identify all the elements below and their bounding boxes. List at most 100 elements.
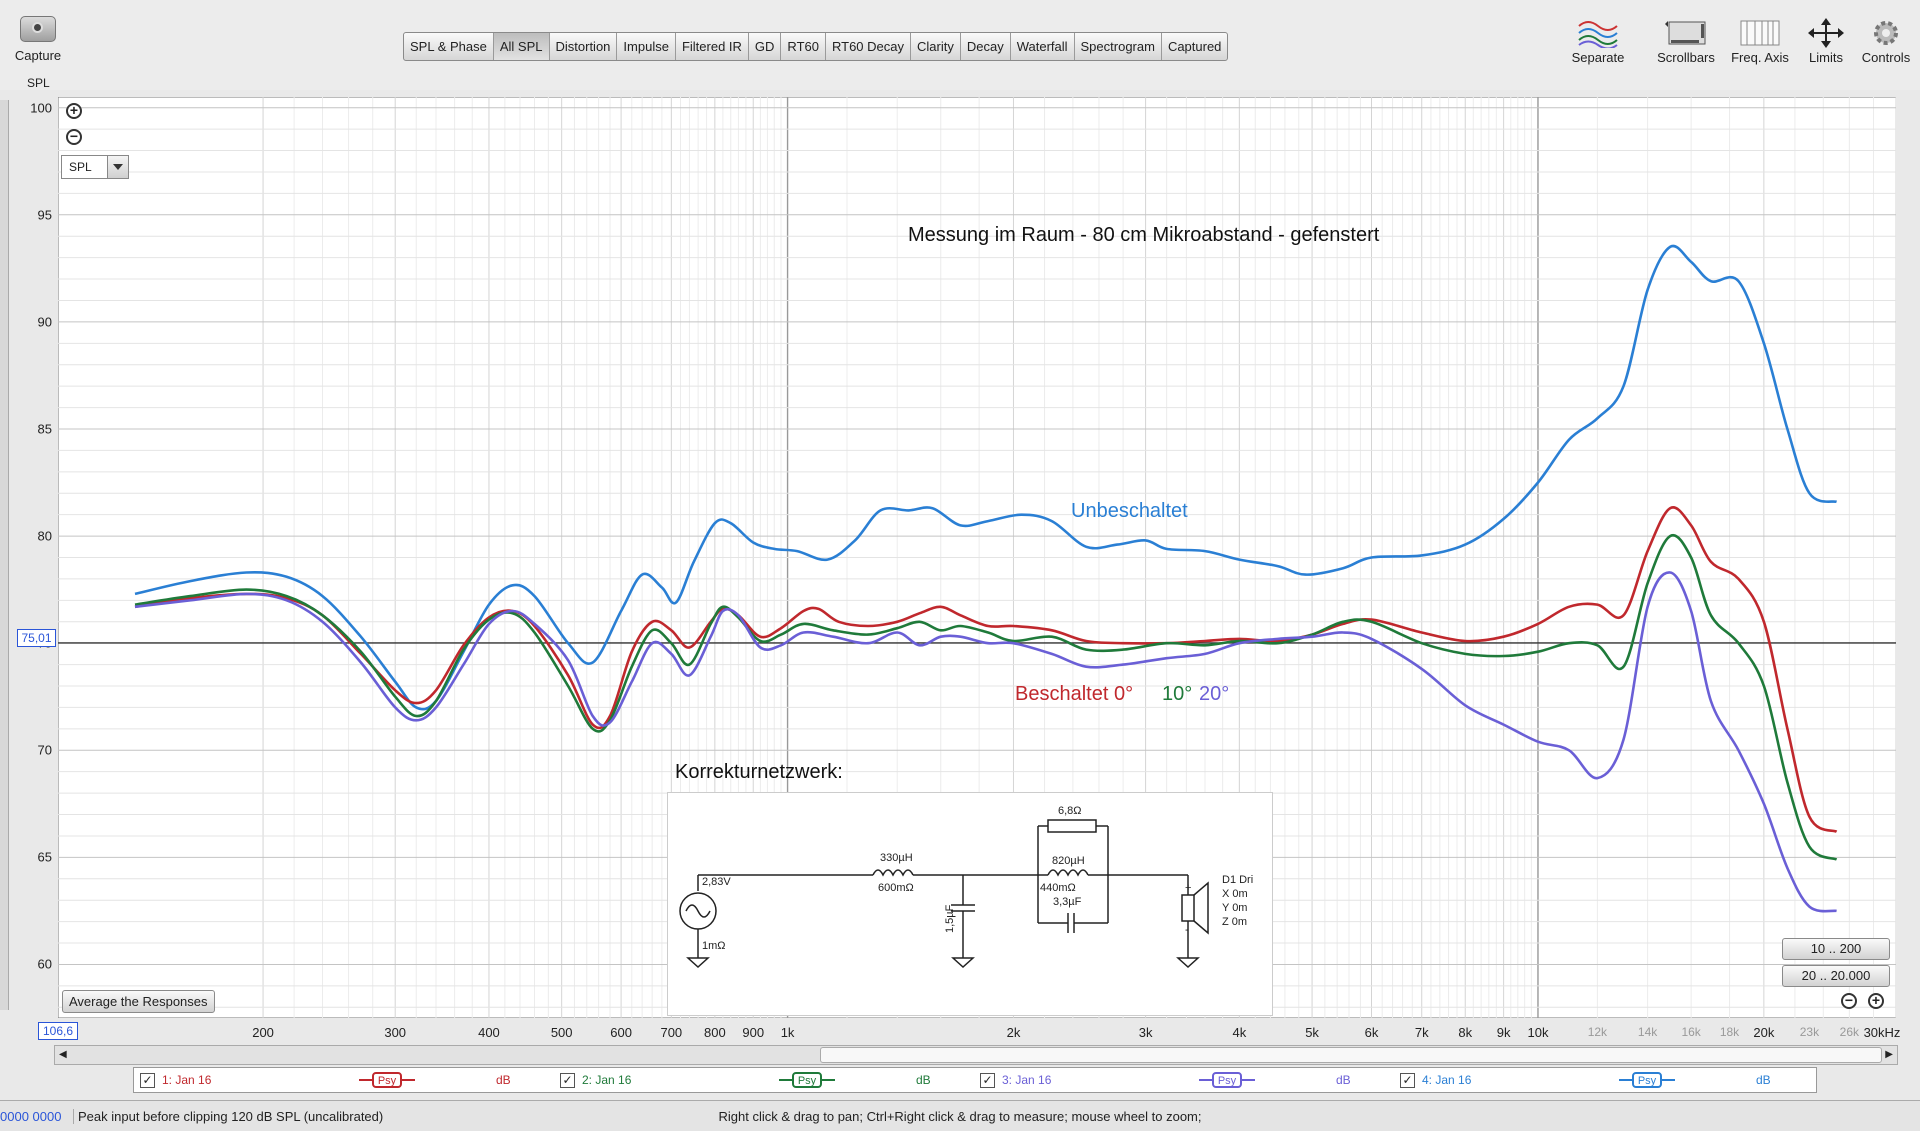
schematic-driver-1: X 0m (1222, 888, 1248, 900)
scrollbars-label: Scrollbars (1657, 50, 1715, 65)
schematic-driver-2: Y 0m (1222, 902, 1247, 914)
schematic-r-top: 6,8Ω (1058, 805, 1082, 817)
x-tick-label: 500 (550, 1025, 573, 1040)
x-tick-label: 23k (1799, 1025, 1820, 1039)
x-tick-label: 18k (1719, 1025, 1740, 1039)
legend-checkbox[interactable]: ✓ (980, 1073, 995, 1088)
label-20deg: 20° (1199, 683, 1230, 705)
freq-axis-label: Freq. Axis (1731, 50, 1789, 65)
toolbar: Capture SPL & Phase All SPL Distortion Impu… (0, 0, 1920, 90)
x-tick-label: 16k (1681, 1025, 1701, 1039)
y-tick-label: 90 (37, 314, 52, 330)
x-tick-label: 10k (1527, 1025, 1549, 1040)
y-tick-label: 65 (37, 849, 52, 865)
tab-rt60-decay[interactable]: RT60 Decay (826, 33, 911, 60)
label-unbeschaltet: Unbeschaltet (1071, 500, 1188, 522)
scroll-left-icon[interactable]: ◀ (59, 1049, 67, 1060)
controls-label: Controls (1861, 50, 1911, 65)
psy-smoothing-icon[interactable]: Psy (359, 1071, 415, 1089)
spl-select[interactable]: SPL (61, 155, 129, 179)
capture-label: Capture (14, 48, 62, 63)
tab-waterfall[interactable]: Waterfall (1011, 33, 1075, 60)
legend-item: ✓ 1: Jan 16 Psy dB (134, 1068, 554, 1092)
legend-name: 2: Jan 16 (582, 1073, 632, 1087)
tab-clarity[interactable]: Clarity (911, 33, 961, 60)
x-tick-label: 400 (478, 1025, 500, 1040)
tab-decay[interactable]: Decay (961, 33, 1011, 60)
tab-impulse[interactable]: Impulse (617, 33, 676, 60)
tab-spl-phase[interactable]: SPL & Phase (404, 33, 494, 60)
tab-rt60[interactable]: RT60 (781, 33, 826, 60)
psy-smoothing-icon[interactable]: Psy (1619, 1071, 1675, 1089)
y-tick-label: 95 (37, 207, 52, 223)
average-responses-button[interactable]: Average the Responses (62, 990, 215, 1013)
x-tick-label: 4k (1232, 1025, 1247, 1040)
legend-checkbox[interactable]: ✓ (140, 1073, 155, 1088)
zoom-out-icon[interactable]: − (66, 129, 82, 145)
x-tick-label: 30kHz (1863, 1025, 1901, 1040)
x-tick-label: 12k (1587, 1025, 1608, 1039)
legend-checkbox[interactable]: ✓ (560, 1073, 575, 1088)
y-axis: 6065707580859095100 (0, 90, 58, 1020)
y-tick-label: 70 (37, 742, 52, 758)
x-zoom-out-icon[interactable]: − (1841, 993, 1857, 1009)
zoom-in-icon[interactable]: + (66, 103, 82, 119)
capture-button[interactable]: Capture (8, 16, 68, 63)
schematic-source-res: 1mΩ (702, 940, 726, 952)
controls-button[interactable]: Controls (1858, 16, 1914, 65)
x-tick-label: 20k (1753, 1025, 1775, 1040)
tab-distortion[interactable]: Distortion (550, 33, 618, 60)
schematic-l1: 330µH (880, 852, 913, 864)
x-tick-label: 200 (252, 1025, 274, 1040)
limits-label: Limits (1809, 50, 1843, 65)
tab-spectrogram[interactable]: Spectrogram (1075, 33, 1162, 60)
tab-captured[interactable]: Captured (1162, 33, 1227, 60)
tab-gd[interactable]: GD (749, 33, 782, 60)
graph-tabs: SPL & Phase All SPL Distortion Impulse Filte… (403, 32, 1229, 61)
x-tick-label: 900 (742, 1025, 765, 1040)
psy-label: Psy (1218, 1075, 1237, 1087)
range-20-20000-button[interactable]: 20 .. 20.000 (1782, 965, 1890, 987)
y-tick-label: 100 (30, 100, 52, 116)
cursor-level-readout[interactable]: 75,01 (17, 629, 56, 647)
x-tick-label: 2k (1006, 1025, 1021, 1040)
legend-unit: dB (1336, 1073, 1351, 1087)
plot-title: Messung im Raum - 80 cm Mikroabstand - g… (908, 224, 1380, 246)
psy-smoothing-icon[interactable]: Psy (1199, 1071, 1255, 1089)
freq-start-readout[interactable]: 106,6 (38, 1022, 78, 1040)
psy-label: Psy (378, 1075, 397, 1087)
schematic-l2: 820µH (1052, 855, 1085, 867)
legend-bar: ✓ 1: Jan 16 Psy dB ✓ 2: Jan 16 Psy dB ✓ 3: Jan 16… (133, 1067, 1817, 1093)
scroll-right-icon[interactable]: ▶ (1885, 1049, 1893, 1060)
tab-all-spl[interactable]: All SPL (493, 33, 550, 60)
schematic-driver-3: Z 0m (1222, 916, 1247, 928)
freq-axis-button[interactable]: Freq. Axis (1728, 16, 1792, 65)
horizontal-scrollbar[interactable]: ◀ ▶ (54, 1045, 1898, 1065)
legend-item: ✓ 3: Jan 16 Psy dB (974, 1068, 1394, 1092)
correction-network-schematic: 2,83V 1mΩ 330µH 600mΩ 1,5µF 6,8Ω 820µH 4… (667, 792, 1273, 1016)
psy-label: Psy (1638, 1075, 1657, 1087)
y-tick-label: 80 (37, 528, 52, 544)
legend-checkbox[interactable]: ✓ (1400, 1073, 1415, 1088)
psy-label: Psy (798, 1075, 817, 1087)
label-10deg: 10° (1162, 683, 1193, 705)
x-tick-label: 3k (1138, 1025, 1153, 1040)
schematic-c1: 1,5µF (944, 904, 956, 933)
schematic-c2: 3,3µF (1053, 896, 1082, 908)
legend-name: 1: Jan 16 (162, 1073, 212, 1087)
x-zoom-in-icon[interactable]: + (1868, 993, 1884, 1009)
legend-item: ✓ 2: Jan 16 Psy dB (554, 1068, 974, 1092)
schematic-minus: - (1185, 924, 1189, 936)
limits-button[interactable]: Limits (1800, 16, 1852, 65)
legend-unit: dB (916, 1073, 931, 1087)
legend-unit: dB (1756, 1073, 1771, 1087)
x-tick-label: 14k (1637, 1025, 1658, 1039)
range-10-200-button[interactable]: 10 .. 200 (1782, 938, 1890, 960)
scrollbars-icon (1652, 16, 1720, 50)
psy-smoothing-icon[interactable]: Psy (779, 1071, 835, 1089)
scrollbars-button[interactable]: Scrollbars (1652, 16, 1720, 65)
scrollbar-thumb[interactable] (820, 1047, 1882, 1063)
tab-filtered-ir[interactable]: Filtered IR (676, 33, 749, 60)
chevron-down-icon[interactable] (107, 156, 128, 178)
separate-button[interactable]: Separate (1570, 16, 1626, 65)
